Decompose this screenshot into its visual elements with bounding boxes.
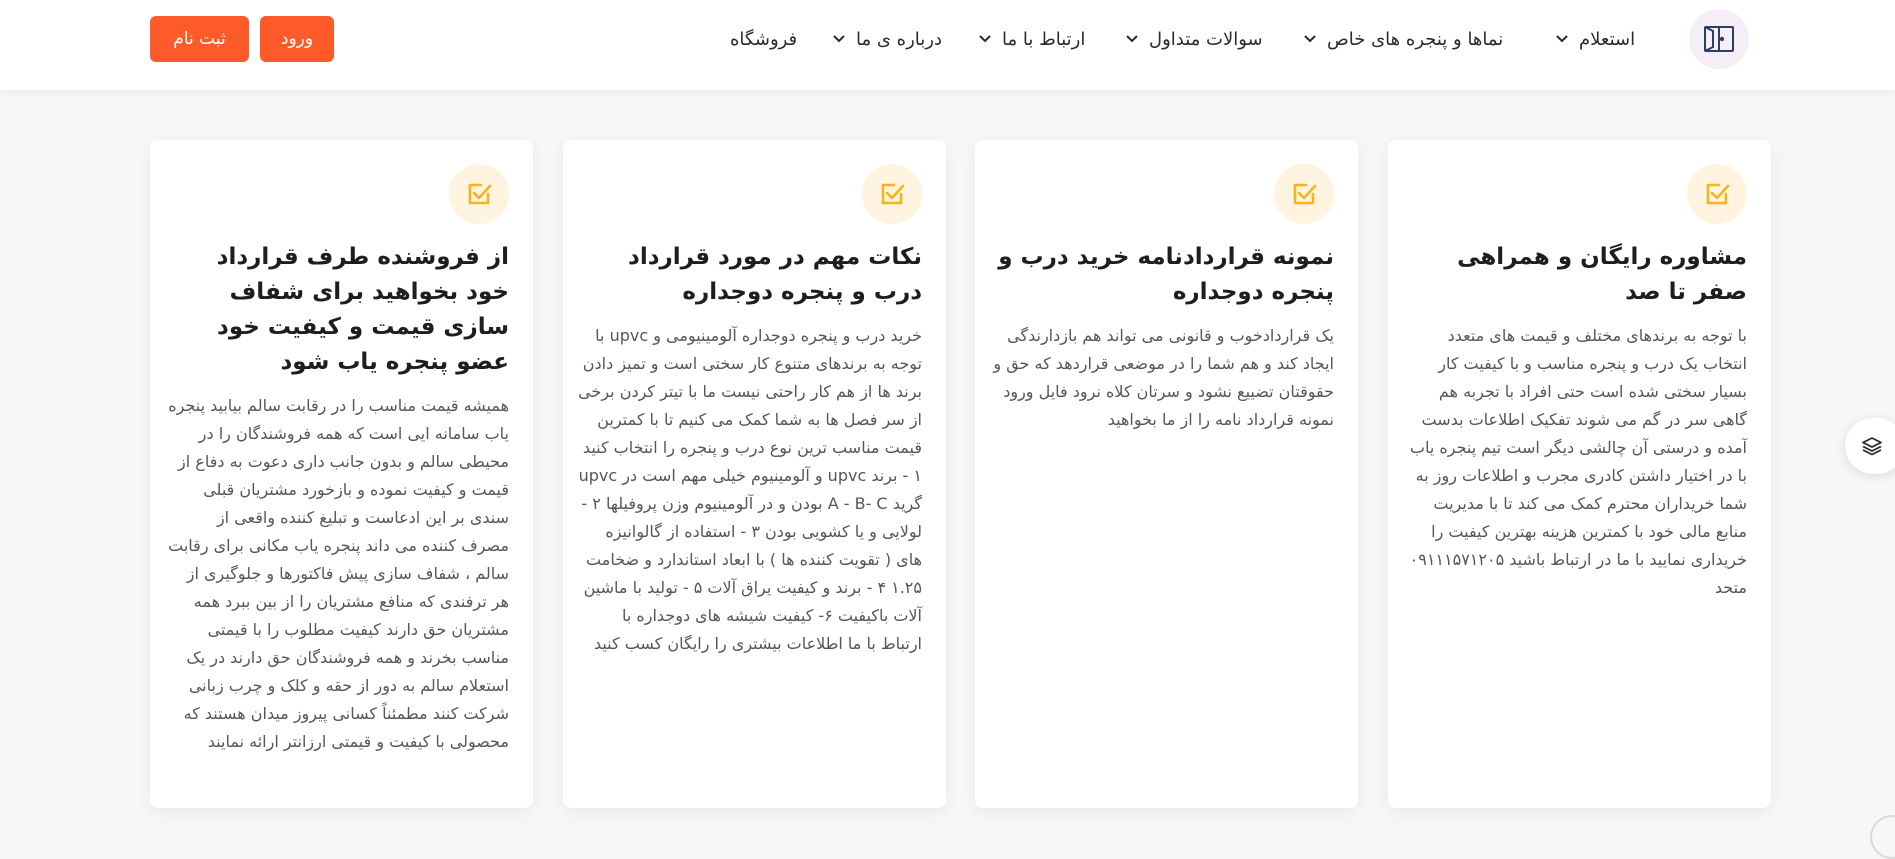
feature-card: مشاوره رایگان و همراهی صفر تا صد با توجه… — [1388, 140, 1771, 808]
check-icon-badge — [449, 164, 509, 224]
chevron-down-icon — [1125, 34, 1139, 44]
feature-card: نمونه قراردادنامه خرید درب و پنجره دوجدا… — [975, 140, 1358, 808]
checkbox-check-icon — [881, 183, 905, 205]
nav-label: نماها و پنجره های خاص — [1327, 28, 1504, 50]
login-button[interactable]: ورود — [260, 16, 334, 62]
card-text: خرید درب و پنجره دوجداره آلومینیومی و up… — [578, 326, 922, 653]
card-title: از فروشنده طرف قرارداد خود بخواهید برای … — [216, 244, 509, 375]
check-icon-badge — [862, 164, 922, 224]
nav-faq[interactable]: سوالات متداول — [1125, 24, 1263, 54]
window-logo-icon — [1704, 26, 1734, 52]
nav-label: فروشگاه — [730, 28, 798, 50]
checkbox-check-icon — [468, 183, 492, 205]
card-title: نمونه قراردادنامه خرید درب و پنجره دوجدا… — [998, 244, 1334, 305]
site-logo[interactable] — [1689, 9, 1749, 69]
site-header: استعلام نماها و پنجره های خاص سوالات متد… — [0, 0, 1895, 90]
nav-inquiry[interactable]: استعلام — [1555, 24, 1635, 54]
check-icon-badge — [1687, 164, 1747, 224]
feature-card: نکات مهم در مورد قرارداد درب و پنجره دوج… — [563, 140, 946, 808]
nav-about[interactable]: درباره ی ما — [832, 24, 942, 54]
nav-label: استعلام — [1579, 28, 1636, 50]
feature-card: از فروشنده طرف قرارداد خود بخواهید برای … — [150, 140, 533, 808]
checkbox-check-icon — [1293, 183, 1317, 205]
nav-label: درباره ی ما — [856, 28, 942, 50]
card-title: مشاوره رایگان و همراهی صفر تا صد — [1457, 244, 1747, 305]
chevron-down-icon — [978, 34, 992, 44]
card-title: نکات مهم در مورد قرارداد درب و پنجره دوج… — [628, 244, 922, 305]
layers-icon — [1862, 437, 1882, 456]
scroll-top-button[interactable] — [1870, 815, 1895, 859]
register-button[interactable]: ثبت نام — [150, 16, 249, 62]
nav-shop[interactable]: فروشگاه — [730, 24, 797, 54]
card-text: همیشه قیمت مناسب را در رقابت سالم بیابید… — [168, 396, 509, 751]
check-icon-badge — [1274, 164, 1334, 224]
nav-special-windows[interactable]: نماها و پنجره های خاص — [1303, 24, 1503, 54]
card-text: یک قراردادخوب و قانونی می تواند هم بازدا… — [993, 326, 1334, 429]
chevron-down-icon — [1303, 34, 1317, 44]
nav-label: ارتباط با ما — [1002, 28, 1086, 50]
checkbox-check-icon — [1706, 183, 1730, 205]
layers-float-button[interactable] — [1845, 418, 1895, 474]
card-text: با توجه به برندهای مختلف و قیمت های متعد… — [1409, 326, 1747, 597]
chevron-down-icon — [1555, 34, 1569, 44]
chevron-down-icon — [832, 34, 846, 44]
nav-label: سوالات متداول — [1149, 28, 1263, 50]
nav-contact[interactable]: ارتباط با ما — [978, 24, 1085, 54]
